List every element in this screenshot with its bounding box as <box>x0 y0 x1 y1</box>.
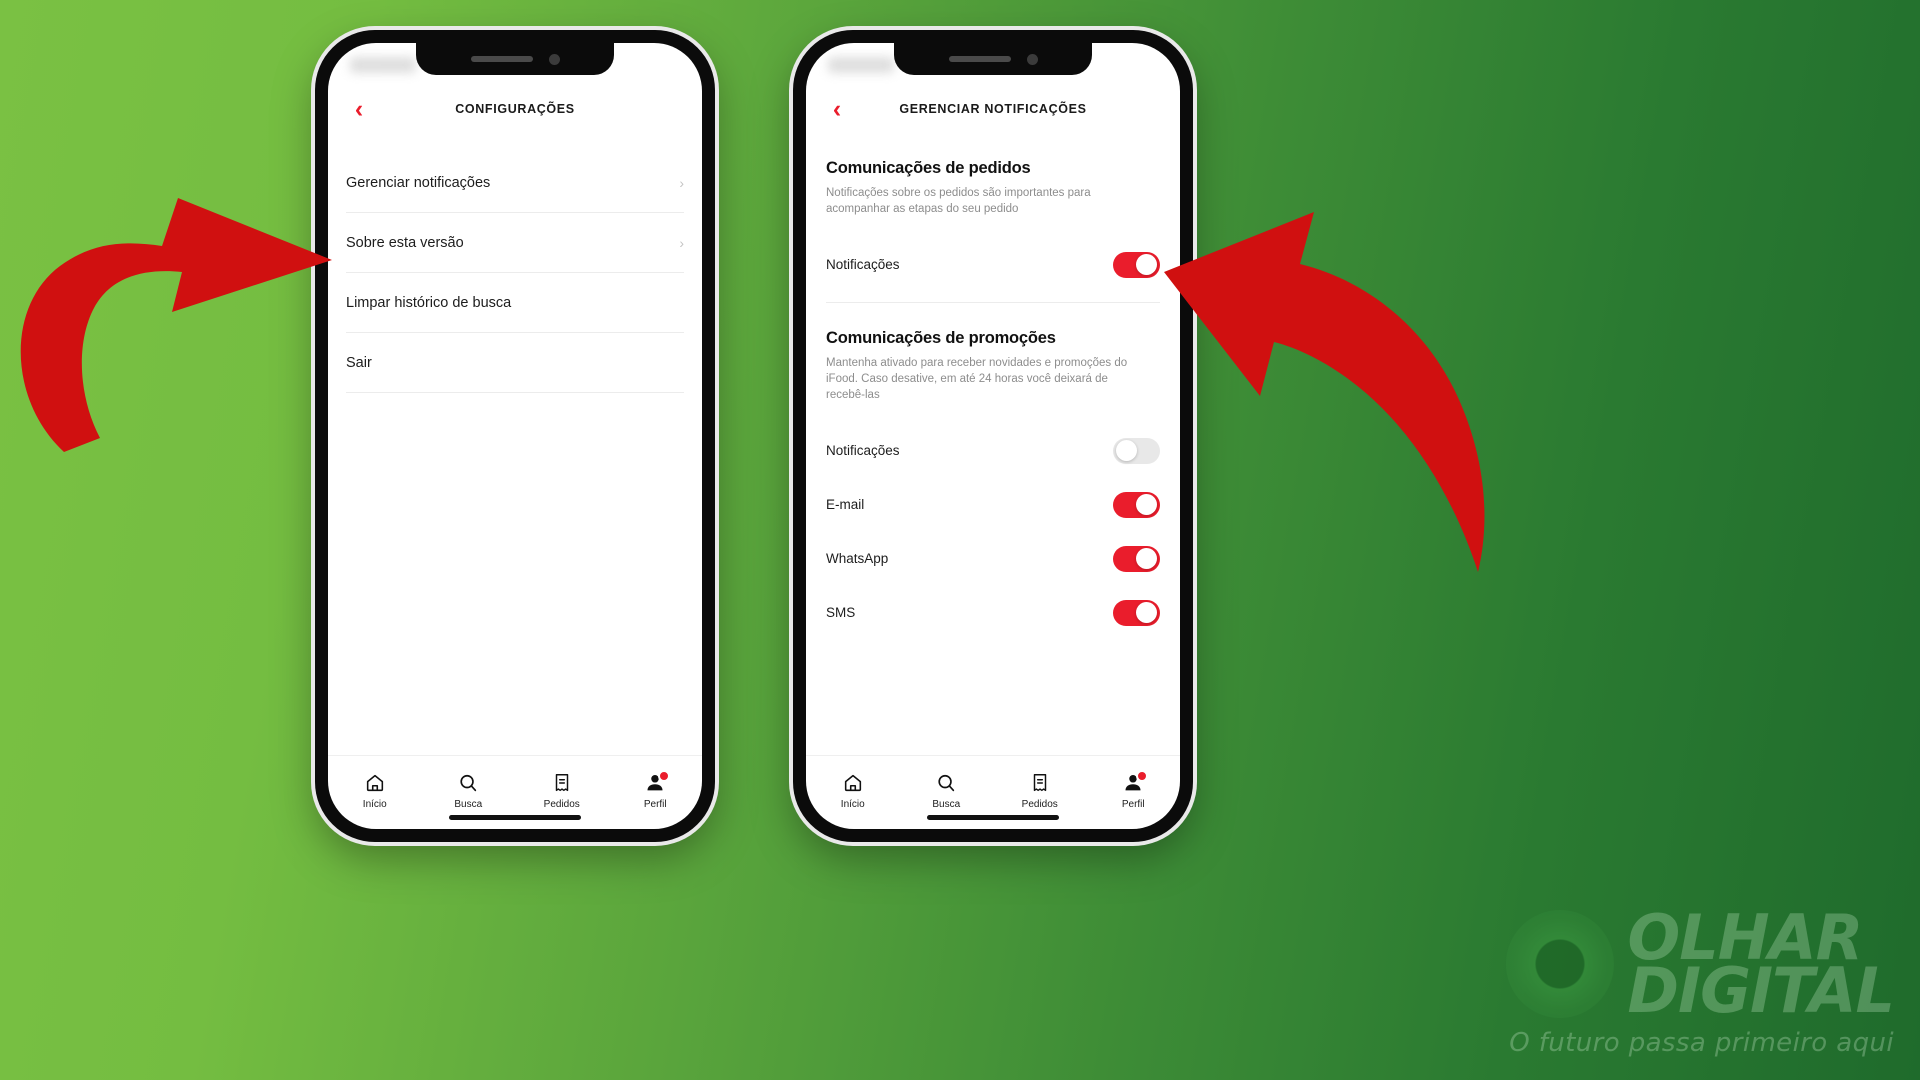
front-camera-icon <box>1026 53 1038 65</box>
tab-label: Perfil <box>1121 798 1145 810</box>
app-header-settings: ‹ CONFIGURAÇÕES <box>328 81 702 137</box>
toggle-label: Notificações <box>826 257 900 273</box>
chevron-right-icon: › <box>679 234 684 251</box>
phone-screen-notifications: ‹ GERENCIAR NOTIFICAÇÕES Comunicações de… <box>806 43 1180 829</box>
chevron-right-icon: › <box>679 174 684 191</box>
phone-screen-settings: ‹ CONFIGURAÇÕES Gerenciar notificações ›… <box>328 43 702 829</box>
toggle-switch-promocoes-email[interactable] <box>1113 491 1160 518</box>
tab-perfil[interactable]: Perfil <box>609 769 703 810</box>
app-header-notifications: ‹ GERENCIAR NOTIFICAÇÕES <box>806 81 1180 137</box>
arrow-to-gerenciar-notificacoes <box>20 198 332 452</box>
notification-badge <box>1136 769 1149 782</box>
toggle-row-promocoes-whatsapp[interactable]: WhatsApp <box>826 532 1160 586</box>
eye-icon <box>1505 910 1614 1018</box>
tab-label: Perfil <box>643 798 667 810</box>
toggle-knob <box>1136 494 1157 516</box>
toggle-label: E-mail <box>826 497 865 513</box>
settings-row-sobre-esta-versao[interactable]: Sobre esta versão › <box>346 213 684 273</box>
phone-mockup-settings: ‹ CONFIGURAÇÕES Gerenciar notificações ›… <box>315 30 715 842</box>
tab-busca[interactable]: Busca <box>422 772 516 810</box>
home-icon <box>842 772 864 794</box>
settings-row-gerenciar-notificacoes[interactable]: Gerenciar notificações › <box>346 153 684 213</box>
settings-row-label: Sair <box>346 354 372 371</box>
toggle-row-promocoes-email[interactable]: E-mail <box>826 478 1160 532</box>
speaker-grille-icon <box>948 56 1011 62</box>
receipt-icon <box>1029 772 1051 794</box>
watermark-wordmark: OLHAR DIGITAL <box>1627 900 1895 1027</box>
tab-label: Pedidos <box>1021 798 1058 810</box>
toggle-switch-promocoes-notificacoes[interactable] <box>1113 437 1160 464</box>
toggle-switch-promocoes-whatsapp[interactable] <box>1113 545 1160 572</box>
watermark-line-2: DIGITAL <box>1627 954 1895 1027</box>
settings-row-label: Sobre esta versão <box>346 234 464 251</box>
toggle-switch-pedidos-notificacoes[interactable] <box>1113 251 1160 278</box>
tab-label: Busca <box>454 798 483 810</box>
toggle-knob <box>1116 440 1137 462</box>
section-title: Comunicações de pedidos <box>826 159 1031 177</box>
status-bar-blurred-text <box>828 57 894 73</box>
phone-mockup-notifications: ‹ GERENCIAR NOTIFICAÇÕES Comunicações de… <box>793 30 1193 842</box>
tab-label: Pedidos <box>543 798 580 810</box>
settings-list: Gerenciar notificações › Sobre esta vers… <box>328 137 702 755</box>
settings-row-sair[interactable]: Sair <box>346 333 684 393</box>
tab-label: Início <box>362 798 387 810</box>
notch <box>894 43 1092 75</box>
section-divider <box>826 301 1160 303</box>
back-button[interactable]: ‹ <box>824 96 850 122</box>
front-camera-icon <box>548 53 560 65</box>
olhar-digital-watermark: OLHAR DIGITAL O futuro passa primeiro aq… <box>1505 900 1895 1058</box>
tab-pedidos[interactable]: Pedidos <box>993 772 1087 810</box>
toggle-label: Notificações <box>826 443 900 459</box>
watermark-tagline: O futuro passa primeiro aqui <box>1509 1028 1894 1058</box>
home-indicator <box>927 815 1059 820</box>
search-icon <box>457 772 479 794</box>
search-icon <box>935 772 957 794</box>
toggle-knob <box>1136 254 1157 276</box>
tab-perfil[interactable]: Perfil <box>1087 769 1181 810</box>
receipt-icon <box>551 772 573 794</box>
profile-icon <box>1122 769 1149 794</box>
section-comunicacoes-de-pedidos: Comunicações de pedidos Notificações sob… <box>826 159 1160 292</box>
tab-inicio[interactable]: Início <box>328 772 422 810</box>
home-icon <box>364 772 386 794</box>
section-comunicacoes-de-promocoes: Comunicações de promoções Mantenha ativa… <box>826 329 1160 640</box>
toggle-label: WhatsApp <box>826 551 889 567</box>
settings-row-label: Gerenciar notificações <box>346 174 491 191</box>
toggle-row-pedidos-notificacoes[interactable]: Notificações <box>826 238 1160 292</box>
tab-pedidos[interactable]: Pedidos <box>515 772 609 810</box>
settings-row-limpar-historico[interactable]: Limpar histórico de busca <box>346 273 684 333</box>
tab-label: Busca <box>932 798 961 810</box>
tab-inicio[interactable]: Início <box>806 772 900 810</box>
toggle-knob <box>1136 548 1157 570</box>
back-button[interactable]: ‹ <box>346 96 372 122</box>
status-bar-blurred-text <box>350 57 416 73</box>
toggle-row-promocoes-sms[interactable]: SMS <box>826 586 1160 640</box>
notification-settings-body: Comunicações de pedidos Notificações sob… <box>806 137 1180 755</box>
toggle-row-promocoes-notificacoes[interactable]: Notificações <box>826 424 1160 478</box>
notch <box>416 43 614 75</box>
watermark-line-1: OLHAR <box>1627 900 1864 974</box>
page-title: CONFIGURAÇÕES <box>455 102 575 116</box>
watermark-logo-row: OLHAR DIGITAL <box>1505 900 1895 1027</box>
toggle-label: SMS <box>826 605 856 621</box>
toggle-switch-promocoes-sms[interactable] <box>1113 599 1160 626</box>
notification-badge <box>658 769 671 782</box>
arrow-to-notificacoes-toggle <box>1164 212 1485 572</box>
profile-icon <box>644 769 671 794</box>
section-description: Mantenha ativado para receber novidades … <box>826 356 1128 402</box>
home-indicator <box>449 815 581 820</box>
section-description: Notificações sobre os pedidos são import… <box>826 187 1091 216</box>
toggle-knob <box>1136 602 1157 624</box>
speaker-grille-icon <box>470 56 533 62</box>
tab-label: Início <box>840 798 865 810</box>
screenshot-canvas: OLHAR DIGITAL O futuro passa primeiro aq… <box>0 0 1920 1080</box>
page-title: GERENCIAR NOTIFICAÇÕES <box>899 102 1087 116</box>
section-title: Comunicações de promoções <box>826 328 1056 347</box>
settings-row-label: Limpar histórico de busca <box>346 294 512 311</box>
tab-busca[interactable]: Busca <box>900 772 994 810</box>
